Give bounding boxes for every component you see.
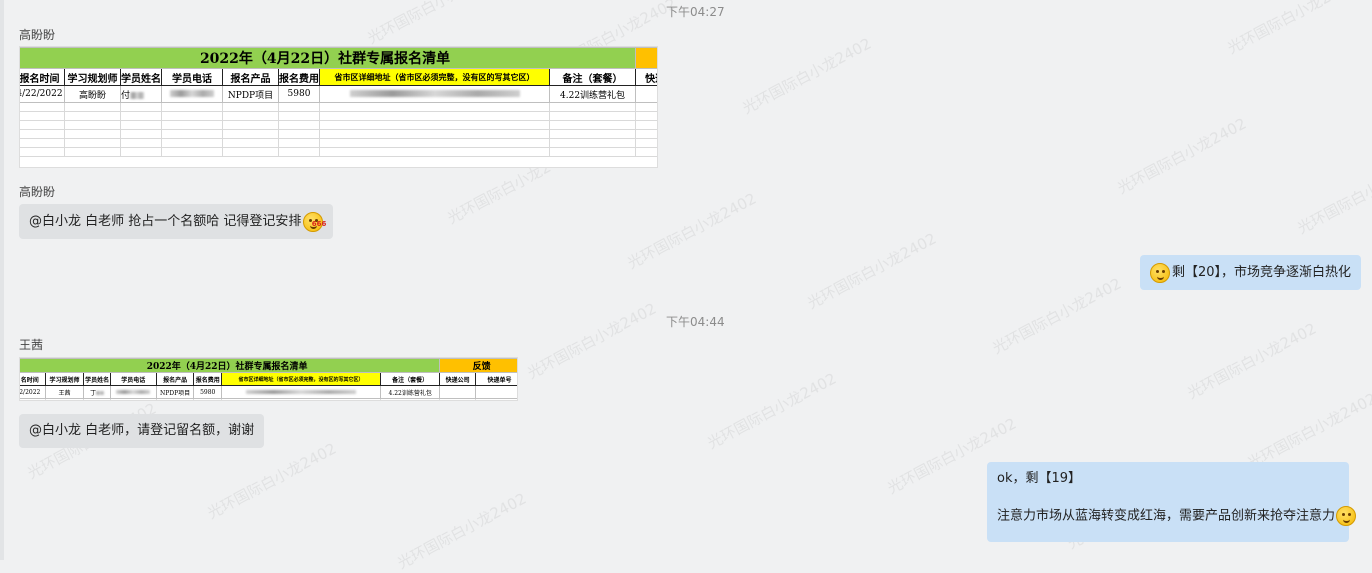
left-edge: [0, 0, 4, 560]
message-line: 注意力市场从蓝海转变成红海，需要产品创新来抢夺注意力: [997, 506, 1357, 526]
timestamp: 下午04:27: [666, 5, 725, 19]
header-cell: 学员电话: [161, 68, 223, 86]
sender-name: 高盼盼: [19, 28, 56, 42]
message-bubble-outgoing[interactable]: ok，剩【19】 注意力市场从蓝海转变成红海，需要产品创新来抢夺注意力: [987, 462, 1357, 542]
message-text: 剩【20】，市场竞争逐渐白热化: [1172, 265, 1352, 280]
header-cell: 快递公司: [439, 372, 476, 386]
cell-note: 4.22训练营礼包: [548, 85, 637, 103]
header-cell: 学员电话: [109, 372, 157, 386]
message-text: @白小龙 白老师，请登记留名额，谢谢: [29, 423, 255, 438]
cell-express-company: [439, 385, 476, 399]
header-cell: 报名产品: [222, 68, 279, 86]
redacted-blur: [170, 90, 214, 97]
watermark-text: 光环国际白小龙2402: [704, 369, 840, 453]
header-cell: 学习规划师: [64, 68, 121, 86]
header-cell: 快递: [635, 68, 657, 86]
redacted-blur: [246, 390, 357, 394]
sheet-title: 2022年（4月22日）社群专属报名清单: [20, 358, 441, 373]
watermark-text: 光环国际白小龙2402: [1184, 319, 1320, 403]
spreadsheet-image[interactable]: 2022年（4月22日）社群专属报名清单 报名时间 学习规划师 学员姓名 学员电…: [19, 46, 658, 168]
header-cell: 备注（套餐）: [380, 372, 441, 386]
message-bubble-outgoing[interactable]: 剩【20】，市场竞争逐渐白热化: [1140, 255, 1362, 290]
cell-name: 丁: [83, 385, 111, 399]
header-cell: 名时间: [20, 372, 46, 386]
header-cell: 学员姓名: [83, 372, 111, 386]
sheet-title: 2022年（4月22日）社群专属报名清单: [20, 47, 637, 69]
cell-address: [220, 385, 382, 399]
header-cell: 学员姓名: [120, 68, 162, 86]
watermark-text: 光环国际白小龙2402: [1224, 0, 1360, 58]
header-cell: 报名费用: [193, 372, 222, 386]
watermark-text: 光环国际白小龙2402: [624, 189, 760, 273]
timestamp: 下午04:44: [666, 315, 725, 329]
cell-planner: 高盼盼: [64, 85, 121, 103]
cell-phone: [109, 385, 157, 399]
message-text: ok，剩【19】: [997, 471, 1082, 486]
header-cell: 学习规划师: [44, 372, 85, 386]
message-text: @白小龙 白老师 抢占一个名额哈 记得登记安排: [29, 214, 302, 229]
header-cell: 报名费用: [278, 68, 320, 86]
cell-planner: 王茜: [44, 385, 85, 399]
cell-fee: 5980: [193, 385, 222, 399]
watermark-text: 光环国际白小龙2402: [1244, 389, 1372, 473]
cell-date: 2/2022: [20, 385, 46, 399]
smile-emoji-icon: 666: [303, 211, 326, 232]
watermark-text: 光环国际白小龙2402: [364, 0, 500, 48]
header-cell: 省市区详细地址（省市区必须完整，没有区的写其它区）: [220, 372, 382, 386]
message-bubble[interactable]: @白小龙 白老师 抢占一个名额哈 记得登记安排 666: [19, 204, 334, 239]
sheet-feedback-header: 反馈: [439, 358, 517, 373]
watermark-text: 光环国际白小龙2402: [1294, 154, 1372, 238]
watermark-text: 光环国际白小龙2402: [739, 34, 875, 118]
cell-product: NPDP项目: [155, 385, 195, 399]
watermark-text: 光环国际白小龙2402: [204, 439, 340, 523]
sheet-orange-cell: [635, 47, 657, 69]
watermark-text: 光环国际白小龙2402: [394, 489, 530, 573]
header-cell: 省市区详细地址（省市区必须完整，没有区的写其它区）: [319, 68, 550, 86]
cell-product: NPDP项目: [222, 85, 279, 103]
header-cell: 备注（套餐）: [548, 68, 637, 86]
cell-name-text: 付: [121, 90, 131, 101]
redacted-blur: [116, 390, 151, 394]
cell-phone: [161, 85, 223, 103]
cell-name: 付: [120, 85, 162, 103]
spreadsheet-image[interactable]: 2022年（4月22日）社群专属报名清单 反馈 名时间 学习规划师 学员姓名 学…: [19, 357, 518, 401]
message-bubble[interactable]: @白小龙 白老师，请登记留名额，谢谢: [19, 414, 265, 448]
watermark-text: 光环国际白小龙2402: [804, 229, 940, 313]
watermark-text: 光环国际白小龙2402: [989, 274, 1125, 358]
message-text: 注意力市场从蓝海转变成红海，需要产品创新来抢夺注意力: [997, 508, 1336, 524]
sender-name: 高盼盼: [19, 185, 56, 199]
smile-emoji-icon: [1150, 262, 1170, 283]
cell-express: [635, 85, 657, 103]
cell-address: [319, 85, 550, 103]
cell-express-number: [474, 385, 517, 399]
header-cell: 报名产品: [155, 372, 195, 386]
redacted-blur: [96, 391, 105, 395]
emoji-badge-text: 666: [311, 219, 327, 228]
watermark-text: 光环国际白小龙2402: [524, 299, 660, 383]
sender-name: 王茜: [19, 338, 44, 352]
redacted-blur: [130, 91, 145, 99]
redacted-blur: [349, 90, 520, 97]
smile-emoji-icon: [1336, 506, 1357, 526]
cell-fee: 5980: [278, 85, 320, 103]
cell-note: 4.22训练营礼包: [380, 385, 441, 399]
header-cell: 报名时间: [20, 68, 65, 86]
watermark-text: 光环国际白小龙2402: [1114, 114, 1250, 198]
cell-date: 4/22/2022: [20, 85, 65, 103]
header-cell: 快递单号: [474, 372, 517, 386]
